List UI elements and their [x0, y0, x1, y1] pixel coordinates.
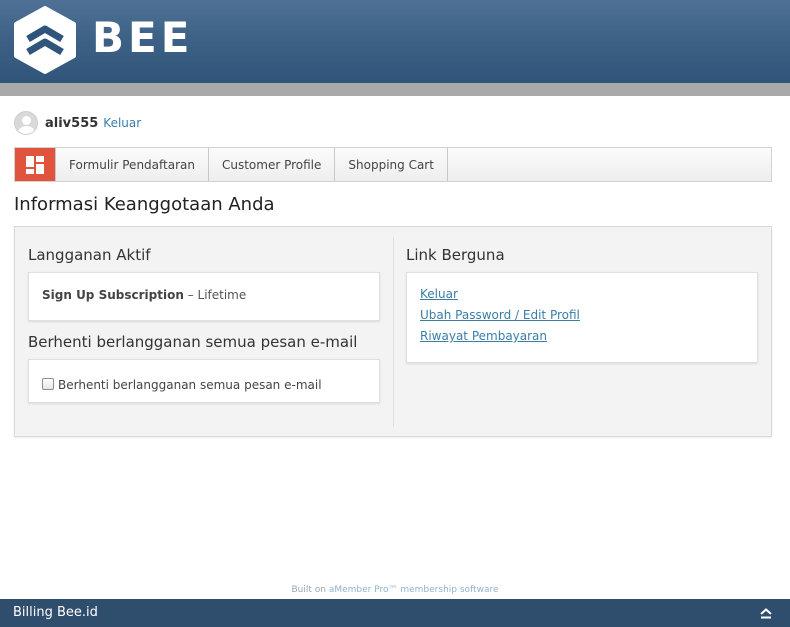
useful-links-title: Link Berguna	[406, 246, 505, 264]
unsubscribe-option[interactable]: Berhenti berlangganan semua pesan e-mail	[42, 374, 322, 393]
built-on-prefix: Built on	[291, 585, 329, 595]
subscription-name: Sign Up Subscription	[42, 288, 184, 302]
main-navigation: Formulir Pendaftaran Customer Profile Sh…	[14, 147, 772, 182]
tab-formulir-pendaftaran[interactable]: Formulir Pendaftaran	[56, 148, 209, 181]
brand-name[interactable]: BEE	[92, 12, 193, 64]
user-avatar-icon	[14, 111, 38, 135]
logout-link[interactable]: Keluar	[103, 116, 141, 130]
chevron-up-icon[interactable]	[758, 606, 774, 620]
username: aliv555	[45, 115, 99, 131]
site-header: BEE	[0, 0, 790, 83]
link-keluar[interactable]: Keluar	[420, 284, 580, 305]
subscription-separator: –	[183, 288, 198, 302]
built-on-credit: Built on aMember Pro™ membership softwar…	[0, 585, 790, 595]
nav-home-button[interactable]	[15, 148, 56, 181]
column-divider	[393, 237, 394, 427]
membership-panel: Langganan Aktif Sign Up Subscription – L…	[14, 226, 772, 437]
subscription-item: Sign Up Subscription – Lifetime	[42, 288, 246, 302]
amember-link[interactable]: aMember Pro™ membership software	[329, 585, 499, 595]
unsubscribe-title: Berhenti berlangganan semua pesan e-mail	[28, 333, 358, 351]
active-subscriptions-card: Sign Up Subscription – Lifetime	[28, 272, 380, 321]
header-divider-bar	[0, 83, 790, 96]
useful-links-card: Keluar Ubah Password / Edit Profil Riway…	[406, 272, 758, 363]
bee-hexagon-logo-icon[interactable]	[12, 6, 78, 74]
subscription-term: Lifetime	[197, 288, 247, 302]
tab-shopping-cart[interactable]: Shopping Cart	[335, 148, 448, 181]
tab-customer-profile[interactable]: Customer Profile	[209, 148, 336, 181]
user-info-row: aliv555 Keluar	[14, 110, 141, 136]
site-footer: Billing Bee.id	[0, 599, 790, 627]
footer-title: Billing Bee.id	[13, 605, 98, 620]
dashboard-grid-icon	[26, 155, 44, 174]
active-subscriptions-title: Langganan Aktif	[28, 246, 151, 264]
page-title: Informasi Keanggotaan Anda	[14, 194, 275, 215]
unsubscribe-checkbox-label[interactable]: Berhenti berlangganan semua pesan e-mail	[58, 378, 322, 392]
unsubscribe-checkbox[interactable]	[42, 378, 54, 390]
link-payment-history[interactable]: Riwayat Pembayaran	[420, 326, 580, 347]
link-edit-profile[interactable]: Ubah Password / Edit Profil	[420, 305, 580, 326]
unsubscribe-card: Berhenti berlangganan semua pesan e-mail	[28, 359, 380, 403]
useful-links-list: Keluar Ubah Password / Edit Profil Riway…	[420, 284, 580, 347]
